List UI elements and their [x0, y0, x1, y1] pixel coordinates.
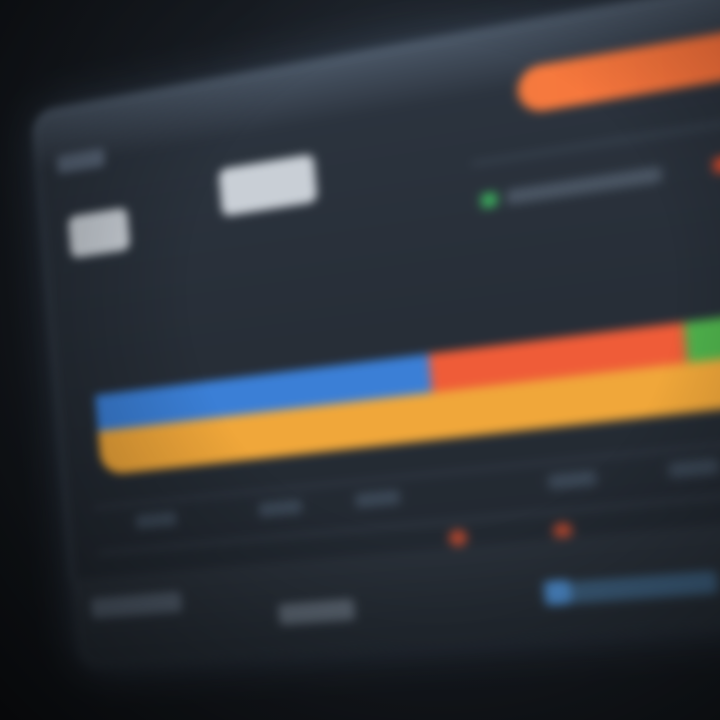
red-square-icon: [713, 155, 720, 174]
green-square-icon: [480, 191, 498, 209]
table-cell: [354, 489, 401, 509]
footer-button[interactable]: [90, 591, 183, 619]
app-icon[interactable]: [543, 579, 572, 606]
footer-button[interactable]: [569, 570, 719, 604]
stat-tile[interactable]: [67, 207, 131, 259]
screen: [0, 0, 720, 720]
legend-label: [505, 166, 663, 206]
table-cell: [547, 469, 597, 490]
table-cell: [258, 498, 303, 518]
dashboard-panel: [31, 0, 720, 671]
divider: [471, 95, 720, 166]
status-dot-icon: [448, 528, 468, 548]
stat-tile[interactable]: [218, 153, 318, 217]
bar-segment: [683, 292, 720, 370]
footer-button[interactable]: [278, 598, 356, 626]
legend: [480, 142, 720, 209]
table-cell: [135, 511, 177, 530]
table-cell: [668, 457, 720, 479]
